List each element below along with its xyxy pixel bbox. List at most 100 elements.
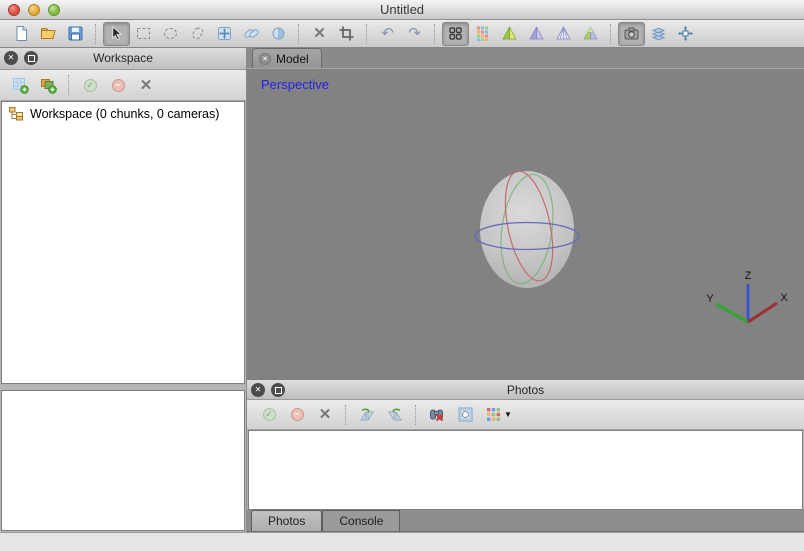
show-cameras-button[interactable] <box>618 22 645 46</box>
rotate-right-icon <box>358 406 376 423</box>
rectangle-selection-button[interactable] <box>130 22 157 46</box>
rotate-left-icon <box>386 406 404 423</box>
view-matches-button[interactable] <box>423 403 451 427</box>
solid-view-button[interactable] <box>523 22 550 46</box>
add-photos-button[interactable] <box>34 73 62 97</box>
photos-enable-button[interactable]: ✓ <box>255 403 283 427</box>
axis-y-label: Y <box>706 293 714 305</box>
view-mode-grid-icon <box>486 407 501 423</box>
toolbar-separator <box>434 24 436 44</box>
view-mode-button[interactable]: ▼ <box>479 403 519 427</box>
add-chunk-button[interactable] <box>6 73 34 97</box>
workspace-tree-root-label: Workspace (0 chunks, 0 cameras) <box>30 107 219 121</box>
add-chunk-icon <box>12 77 29 94</box>
toolbar-separator <box>366 24 368 44</box>
axis-x-label: X <box>780 292 788 304</box>
navigation-button[interactable] <box>103 22 130 46</box>
delete-selection-button[interactable]: ✕ <box>306 22 333 46</box>
reset-view-button[interactable] <box>672 22 699 46</box>
save-icon <box>67 25 84 42</box>
bottom-tab-bar: Photos Console <box>247 510 804 532</box>
crop-selection-button[interactable] <box>333 22 360 46</box>
redo-button[interactable]: ↷ <box>401 22 428 46</box>
rotate-right-button[interactable] <box>353 403 381 427</box>
model-tab-close-icon[interactable]: ✕ <box>259 53 271 65</box>
freeform-selection-button[interactable] <box>184 22 211 46</box>
scale-object-icon <box>270 25 287 42</box>
disable-minus-icon: − <box>112 79 125 92</box>
tab-model[interactable]: ✕ Model <box>252 48 322 68</box>
circle-selection-button[interactable] <box>157 22 184 46</box>
remove-button[interactable]: ✕ <box>132 73 160 97</box>
enable-button[interactable]: ✓ <box>76 73 104 97</box>
rotate-left-button[interactable] <box>381 403 409 427</box>
redo-icon: ↷ <box>408 26 421 41</box>
point-cloud-view-button[interactable] <box>442 22 469 46</box>
axis-gizmo: Z Y X <box>247 69 804 380</box>
model-viewport[interactable]: Perspective Z Y X <box>247 69 804 380</box>
application-window: Untitled <box>0 0 804 551</box>
toolbar-separator <box>345 405 347 425</box>
status-bar <box>0 532 804 551</box>
move-object-button[interactable] <box>211 22 238 46</box>
undo-icon: ↶ <box>381 26 394 41</box>
photos-remove-button[interactable]: ✕ <box>311 403 339 427</box>
tab-photos[interactable]: Photos <box>251 510 322 531</box>
toolbar-separator <box>415 405 417 425</box>
show-photos-button[interactable] <box>645 22 672 46</box>
photos-disable-button[interactable]: − <box>283 403 311 427</box>
open-photo-button[interactable] <box>451 403 479 427</box>
model-pane: ✕ Model Perspective Z Y X <box>247 48 804 532</box>
photos-content-area[interactable] <box>248 430 803 510</box>
delete-x-icon: ✕ <box>313 26 326 41</box>
model-tab-bar: ✕ Model <box>247 48 804 69</box>
new-document-icon <box>13 25 30 42</box>
workspace-toolbar: ✓ − ✕ <box>0 70 246 101</box>
rotate-object-button[interactable] <box>238 22 265 46</box>
photos-toolbar: ✓ − ✕ ▼ <box>247 400 804 430</box>
tab-console[interactable]: Console <box>322 510 400 531</box>
shaded-pyramid-icon <box>501 25 518 42</box>
toolbar-separator <box>95 24 97 44</box>
dropdown-arrow-icon: ▼ <box>504 410 512 419</box>
binoculars-icon <box>428 406 446 423</box>
dense-cloud-icon <box>474 25 491 42</box>
point-cloud-icon <box>447 25 464 42</box>
workspace-pane: ✕ Workspace ✓ − ✕ <box>0 48 247 532</box>
enable-check-icon: ✓ <box>84 79 97 92</box>
freeform-selection-icon <box>189 25 206 42</box>
window-titlebar: Untitled <box>0 0 804 20</box>
workspace-tree: Workspace (0 chunks, 0 cameras) <box>1 101 245 384</box>
save-project-button[interactable] <box>62 22 89 46</box>
circle-selection-icon <box>162 25 179 42</box>
workspace-pane-title: Workspace <box>0 51 246 65</box>
wireframe-view-button[interactable] <box>550 22 577 46</box>
textured-view-button[interactable] <box>577 22 604 46</box>
workspace-icon <box>8 106 24 121</box>
rotate-object-icon <box>243 25 260 42</box>
photo-layers-icon <box>650 25 667 42</box>
add-photos-icon <box>40 77 57 94</box>
workspace-tree-root[interactable]: Workspace (0 chunks, 0 cameras) <box>2 102 244 123</box>
photos-pane-header: ✕ Photos <box>247 380 804 400</box>
shaded-view-button[interactable] <box>496 22 523 46</box>
cursor-arrow-icon <box>108 25 125 42</box>
solid-pyramid-icon <box>528 25 545 42</box>
disable-button[interactable]: − <box>104 73 132 97</box>
reset-view-icon <box>677 25 694 42</box>
rectangle-selection-icon <box>135 25 152 42</box>
enable-check-icon: ✓ <box>263 408 276 421</box>
toolbar-separator <box>68 75 70 95</box>
toolbar-separator <box>610 24 612 44</box>
open-project-button[interactable] <box>35 22 62 46</box>
axis-z-label: Z <box>745 270 752 282</box>
open-photo-icon <box>457 406 474 423</box>
camera-icon <box>623 25 640 42</box>
workspace-pane-header: ✕ Workspace <box>0 48 246 70</box>
photos-pane-title: Photos <box>247 383 804 397</box>
new-document-button[interactable] <box>8 22 35 46</box>
dense-cloud-view-button[interactable] <box>469 22 496 46</box>
model-tab-label: Model <box>276 52 309 66</box>
undo-button[interactable]: ↶ <box>374 22 401 46</box>
scale-object-button[interactable] <box>265 22 292 46</box>
